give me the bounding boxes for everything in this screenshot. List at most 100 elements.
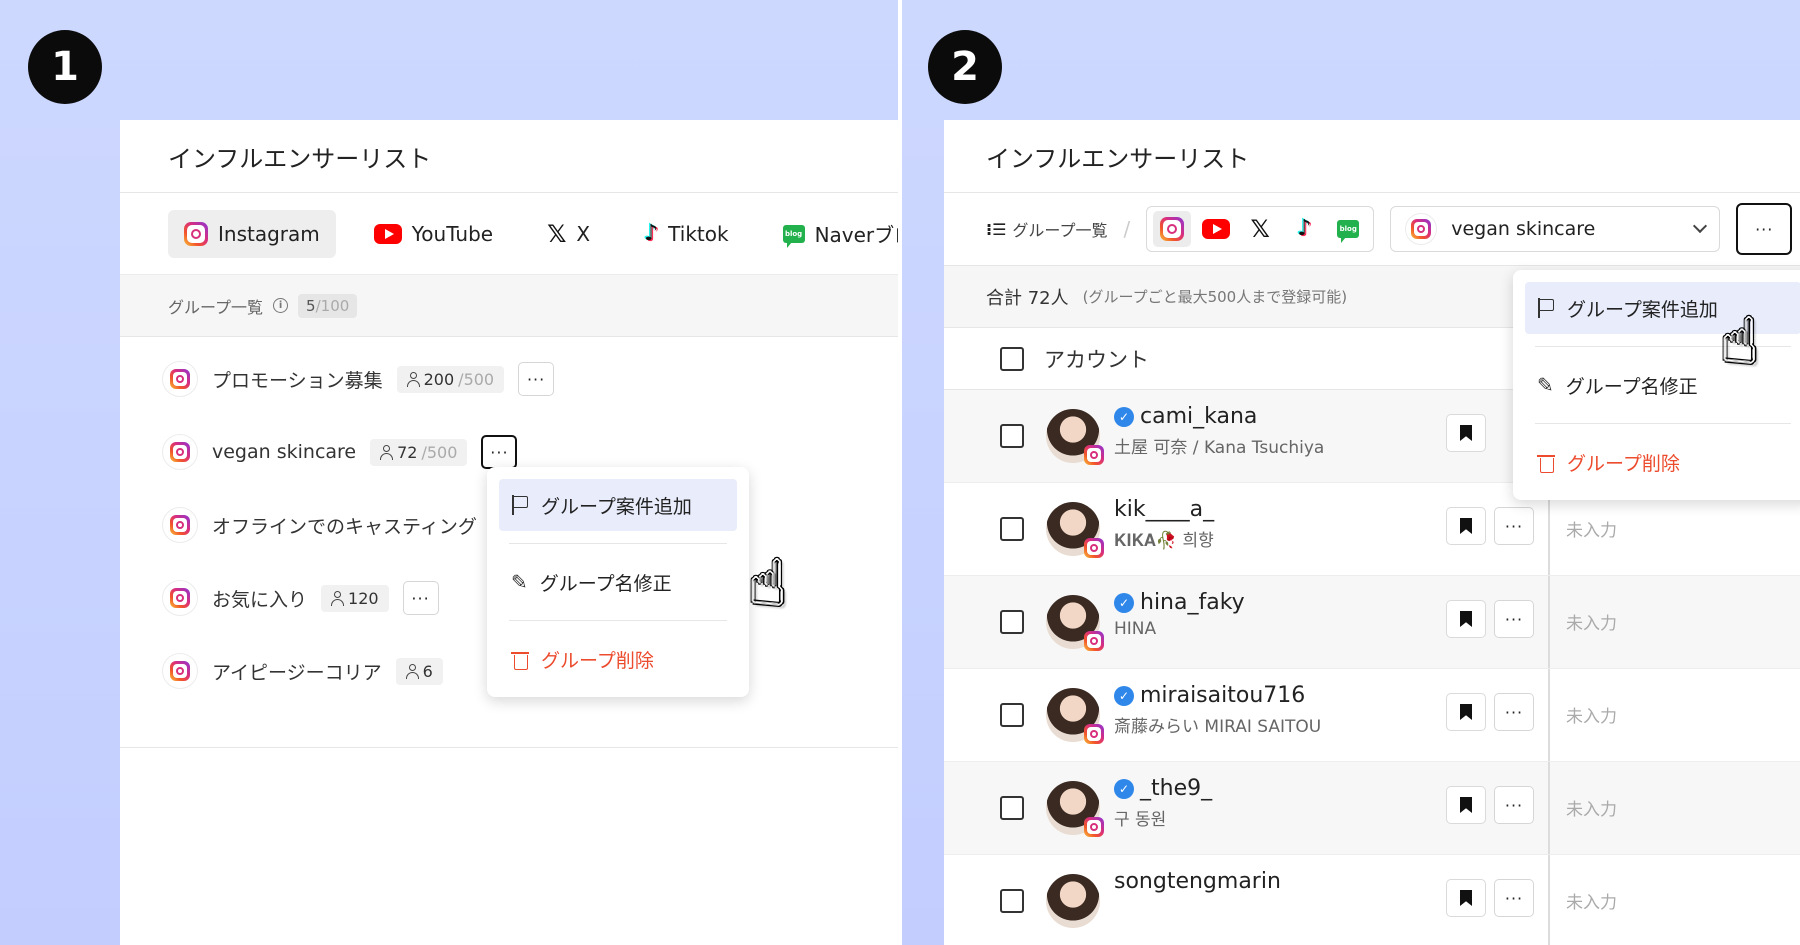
more-options-button[interactable]: ··· — [481, 435, 518, 469]
row-checkbox[interactable] — [1000, 703, 1024, 727]
flag-icon — [511, 495, 529, 515]
menu-item-label: グループ案件追加 — [541, 495, 692, 518]
group-name: お気に入り — [212, 588, 308, 611]
username: kik____a_ — [1114, 497, 1215, 522]
bookmark-icon — [1460, 611, 1472, 627]
bookmark-icon — [1460, 797, 1472, 813]
avatar — [1046, 409, 1104, 465]
column-divider — [1548, 762, 1550, 854]
group-row[interactable]: プロモーション募集 200/500 ··· — [162, 359, 555, 399]
delete-group-item[interactable]: グループ削除 — [1525, 436, 1800, 488]
group-row[interactable]: お気に入り 120 ··· — [162, 578, 439, 618]
x-icon: 𝕏 — [1250, 215, 1270, 243]
row-checkbox[interactable] — [1000, 610, 1024, 634]
account-cell[interactable]: ✓ miraisaitou716 斎藤みらい MIRAI SAITOU — [1114, 683, 1321, 737]
bookmark-button[interactable] — [1446, 693, 1486, 731]
list-icon: ⁝☰ — [986, 219, 1007, 239]
member-count: 200 — [423, 369, 455, 389]
tab-label: YouTube — [411, 221, 494, 246]
display-name: 土屋 可奈 / Kana Tsuchiya — [1114, 438, 1325, 458]
rename-group-item[interactable]: ✎ グループ名修正 — [499, 556, 737, 608]
select-all-checkbox[interactable] — [1000, 346, 1024, 371]
x-icon: 𝕏 — [547, 219, 567, 248]
bookmark-button[interactable] — [1446, 786, 1486, 824]
step-1-panel: 1 インフルエンサーリスト Instagram YouTube 𝕏 X ♪ Ti… — [0, 0, 898, 945]
more-options-button[interactable]: ··· — [518, 362, 555, 396]
platform-instagram[interactable] — [1153, 211, 1192, 247]
bookmark-button[interactable] — [1446, 879, 1486, 917]
pencil-icon: ✎ — [1537, 373, 1554, 397]
more-options-button[interactable]: ··· — [1736, 203, 1793, 255]
menu-item-label: グループ名修正 — [539, 572, 672, 595]
delete-group-item[interactable]: グループ削除 — [499, 633, 737, 685]
tiktok-icon: ♪ — [1297, 216, 1312, 241]
more-options-button[interactable]: ··· — [1494, 693, 1534, 731]
group-list-header: グループ一覧 i 5/100 — [120, 275, 898, 337]
chevron-down-icon — [1693, 218, 1708, 234]
group-context-menu: グループ案件追加 ✎ グループ名修正 グループ削除 — [487, 467, 749, 697]
more-options-button[interactable]: ··· — [1494, 786, 1534, 824]
row-checkbox[interactable] — [1000, 796, 1024, 820]
bookmark-button[interactable] — [1446, 507, 1486, 545]
more-options-button[interactable]: ··· — [1494, 600, 1534, 638]
row-checkbox[interactable] — [1000, 889, 1024, 913]
verified-icon: ✓ — [1114, 685, 1134, 706]
group-list-label: グループ一覧 — [168, 297, 264, 317]
account-cell[interactable]: ✓ _the9_ 구 동원 — [1114, 776, 1212, 830]
display-name: 구 동원 — [1114, 810, 1167, 830]
group-name: アイピージーコリア — [212, 661, 382, 684]
bookmark-button[interactable] — [1446, 600, 1486, 638]
add-group-campaign-item[interactable]: グループ案件追加 — [499, 479, 737, 531]
step-badge-1: 1 — [28, 30, 102, 104]
tab-youtube[interactable]: YouTube — [358, 210, 509, 258]
group-toolbar: ⁝☰ グループ一覧 / 𝕏 ♪ blog vegan skincare ··· — [944, 193, 1800, 266]
platform-tiktok[interactable]: ♪ — [1285, 211, 1323, 247]
tab-label: Instagram — [218, 221, 320, 246]
more-options-button[interactable]: ··· — [402, 581, 439, 615]
group-row[interactable]: vegan skincare 72/500 ··· — [162, 432, 518, 472]
tab-x[interactable]: 𝕏 X — [531, 210, 606, 258]
column-divider — [1548, 669, 1550, 761]
account-cell[interactable]: ✓ cami_kana 土屋 可奈 / Kana Tsuchiya — [1114, 404, 1324, 458]
account-cell[interactable]: kik____a_ 𝐊𝐈𝐊𝐀🥀 희향 — [1114, 497, 1214, 551]
tiktok-icon: ♪ — [644, 220, 659, 246]
group-select[interactable]: vegan skincare — [1390, 206, 1721, 252]
info-icon[interactable]: i — [273, 298, 289, 313]
youtube-icon — [1202, 219, 1231, 239]
tab-tiktok[interactable]: ♪ Tiktok — [628, 210, 744, 258]
group-list-label: グループ一覧 — [1012, 221, 1108, 240]
platform-youtube[interactable] — [1197, 211, 1235, 247]
step-2-panel: 2 インフルエンサーリスト ⁝☰ グループ一覧 / 𝕏 ♪ blog vegan… — [902, 0, 1800, 945]
platform-naver-blog[interactable]: blog — [1329, 211, 1367, 247]
more-options-button[interactable]: ··· — [1494, 507, 1534, 545]
tab-instagram[interactable]: Instagram — [168, 209, 336, 258]
bookmark-icon — [1460, 518, 1472, 534]
menu-item-label: グループ削除 — [1567, 452, 1680, 475]
member-max: /500 — [421, 442, 458, 462]
influencer-list-card: インフルエンサーリスト ⁝☰ グループ一覧 / 𝕏 ♪ blog vegan s… — [944, 120, 1800, 945]
display-name: 斎藤みらい MIRAI SAITOU — [1114, 717, 1322, 737]
account-cell[interactable]: ✓ hina_faky HINA — [1114, 590, 1245, 639]
member-max: /500 — [458, 369, 495, 389]
bookmark-button[interactable] — [1446, 414, 1486, 452]
menu-item-label: グループ名修正 — [1565, 375, 1698, 398]
platform-x[interactable]: 𝕏 — [1241, 211, 1279, 247]
account-cell[interactable]: songtengmarin — [1114, 869, 1281, 894]
instagram-icon — [1084, 445, 1104, 465]
row-checkbox[interactable] — [1000, 517, 1024, 541]
tab-naver-blog[interactable]: blog Naverブログ — [767, 210, 898, 258]
instagram-icon — [1084, 538, 1104, 558]
avatar — [1046, 502, 1104, 558]
instagram-icon — [162, 580, 198, 616]
youtube-icon — [373, 223, 402, 244]
group-row[interactable]: アイピージーコリア 6 — [162, 651, 443, 691]
more-options-button[interactable]: ··· — [1494, 879, 1534, 917]
group-row[interactable]: オフラインでのキャスティング — [162, 505, 477, 545]
group-name: プロモーション募集 — [212, 369, 383, 392]
row-checkbox[interactable] — [1000, 424, 1024, 448]
empty-value: 未入力 — [1566, 800, 1617, 820]
table-row: songtengmarin ··· 未入力 — [944, 855, 1800, 945]
menu-divider — [1535, 423, 1791, 424]
flag-icon — [1537, 298, 1555, 318]
group-list-link[interactable]: ⁝☰ グループ一覧 — [986, 217, 1107, 241]
